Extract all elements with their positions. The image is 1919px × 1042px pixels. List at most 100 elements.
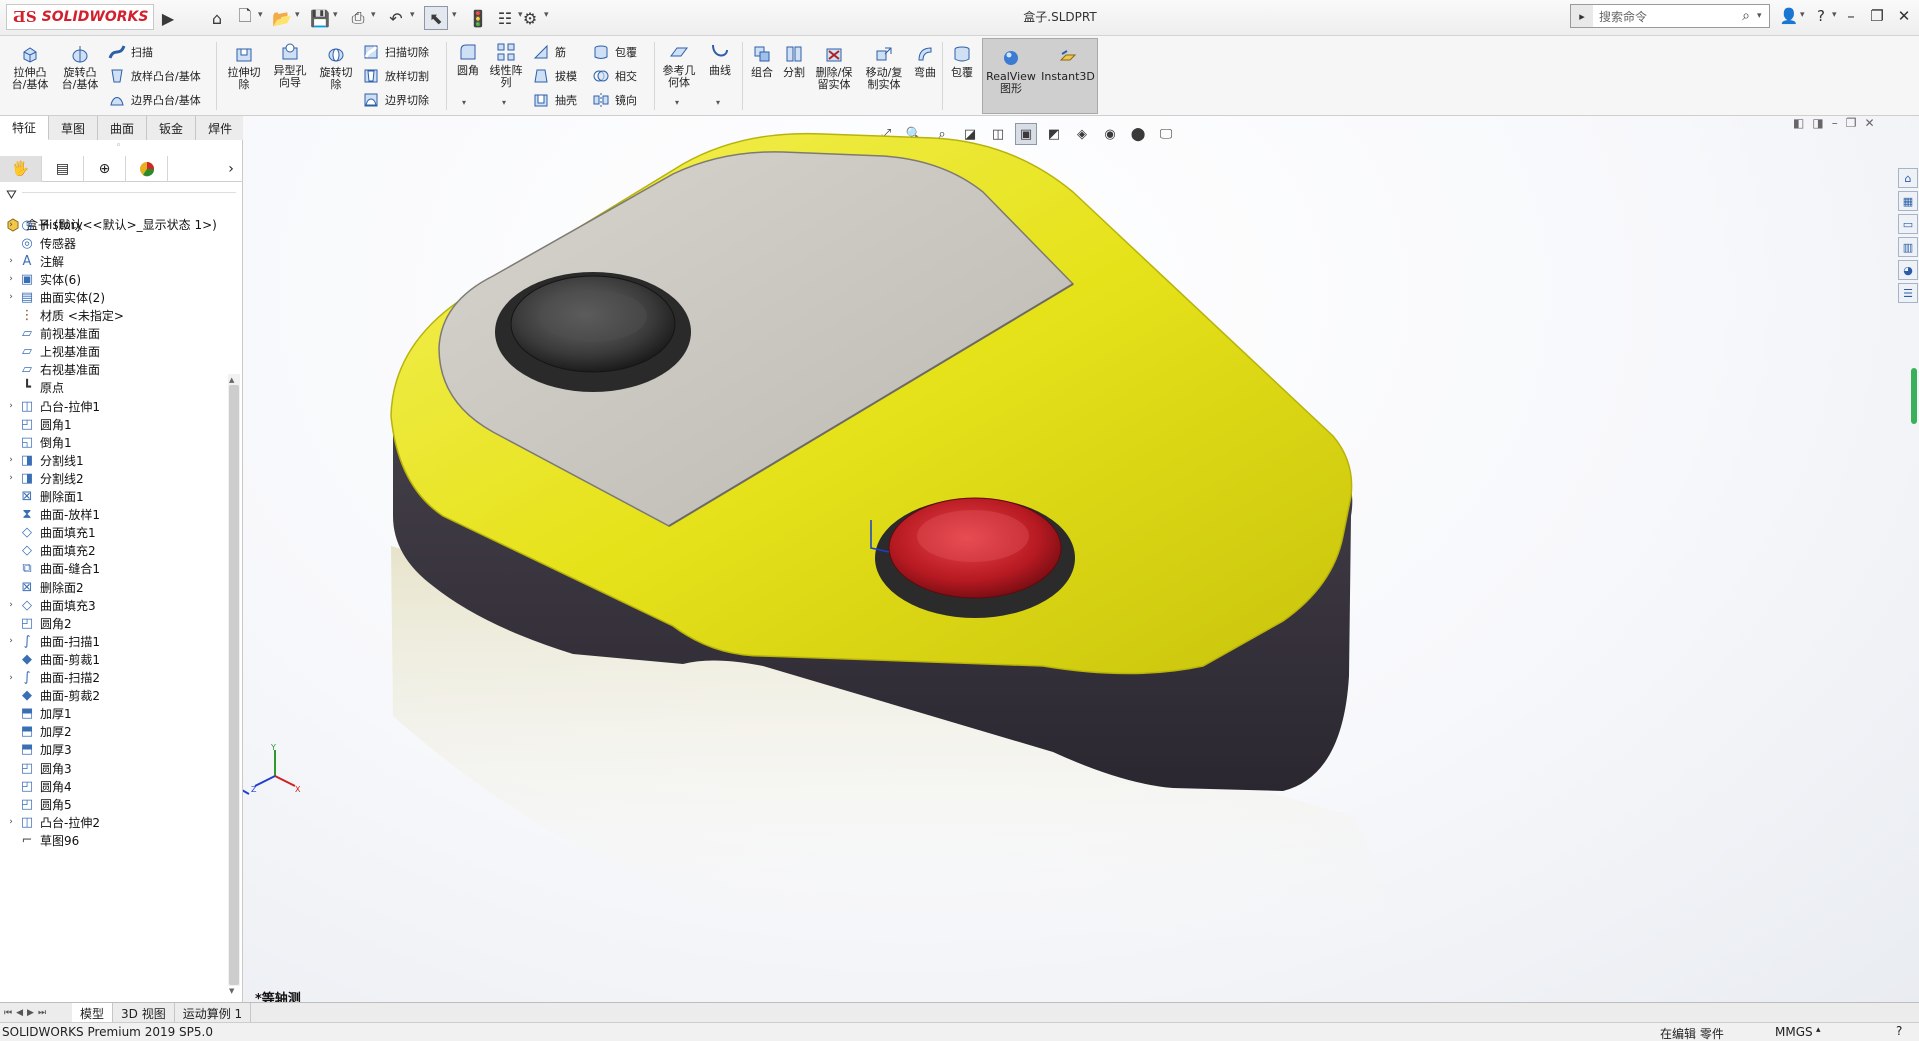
menu-expand-icon[interactable]: ▶ <box>156 6 180 30</box>
prev-tab-icon[interactable]: ◀ <box>16 1008 23 1018</box>
first-tab-icon[interactable]: ⏮ <box>4 1008 12 1018</box>
hole-wizard-button[interactable]: 异型孔向导 <box>268 42 312 89</box>
boundary-boss-button[interactable]: 边界凸台/基体 <box>108 90 201 110</box>
tab-2[interactable]: 曲面 <box>98 116 148 140</box>
wrap-button[interactable]: 包覆 <box>592 42 637 62</box>
expand-arrow-icon[interactable]: › <box>4 274 18 284</box>
tree-scrollbar-thumb[interactable] <box>229 385 239 985</box>
scroll-down-icon[interactable]: ▼ <box>229 987 234 995</box>
rebuild-icon[interactable]: 🚦 <box>466 6 490 30</box>
bottom-tab-0[interactable]: 模型 <box>72 1003 114 1023</box>
configuration-manager-tab-icon[interactable]: ⊕ <box>84 156 126 182</box>
lofted-cut-button[interactable]: 放样切割 <box>362 66 429 86</box>
curves-button[interactable]: 曲线 <box>702 42 738 77</box>
filter-icon[interactable]: ⛛ <box>6 188 17 203</box>
revolve-cut-button[interactable]: 旋转切除 <box>316 44 356 91</box>
bottom-tab-1[interactable]: 3D 视图 <box>113 1003 175 1023</box>
new-document-icon[interactable]: 🗋 <box>233 6 257 30</box>
intersect-button[interactable]: 相交 <box>592 66 637 86</box>
boundary-cut-button[interactable]: 边界切除 <box>362 90 429 110</box>
options-dropdown-icon[interactable]: ▾ <box>544 10 552 20</box>
delete-keep-body-button[interactable]: 删除/保留实体 <box>812 44 856 91</box>
undo-icon[interactable]: ↶ <box>384 6 408 30</box>
expand-arrow-icon[interactable]: › <box>4 401 18 411</box>
new-dropdown-icon[interactable]: ▾ <box>258 10 266 20</box>
property-manager-tab-icon[interactable]: ▤ <box>42 156 84 182</box>
panel-grip-icon[interactable]: ◦ <box>116 141 121 151</box>
restore-icon[interactable]: ❐ <box>1864 4 1890 28</box>
search-input[interactable]: 搜索命令 <box>1593 8 1735 25</box>
search-commands[interactable]: ▸ 搜索命令 ⌕ ▾ <box>1570 4 1770 28</box>
display-manager-tab-icon[interactable] <box>126 156 168 182</box>
wrap-feature-button[interactable]: 包覆 <box>946 44 978 79</box>
combine-button[interactable]: 组合 <box>746 44 778 79</box>
next-tab-icon[interactable]: ▶ <box>27 1008 34 1018</box>
print-dropdown-icon[interactable]: ▾ <box>371 10 379 20</box>
expand-arrow-icon[interactable]: › <box>4 600 18 610</box>
expand-arrow-icon[interactable]: › <box>4 636 18 646</box>
reference-geometry-button[interactable]: 参考几何体 <box>660 42 698 89</box>
flex-button[interactable]: 弯曲 <box>910 44 940 79</box>
expand-arrow-icon[interactable]: › <box>4 817 18 827</box>
sweep-button[interactable]: 扫描 <box>108 42 153 62</box>
file-properties-icon[interactable]: ☷ <box>493 6 517 30</box>
expand-arrow-icon[interactable]: › <box>4 473 18 483</box>
feature-manager-tab-icon[interactable]: 🖐 <box>0 156 42 182</box>
extrude-boss-button[interactable]: 拉伸凸台/基体 <box>8 44 52 91</box>
split-button[interactable]: 分割 <box>778 44 810 79</box>
save-dropdown-icon[interactable]: ▾ <box>333 10 341 20</box>
help-icon[interactable]: ? <box>1808 4 1834 28</box>
swept-cut-button[interactable]: 扫描切除 <box>362 42 429 62</box>
linear-pattern-button[interactable]: 线性阵列 <box>486 42 526 89</box>
save-icon[interactable]: 💾 <box>308 6 332 30</box>
options-gear-icon[interactable]: ⚙ <box>518 6 542 30</box>
ref-geometry-dropdown-icon[interactable]: ▾ <box>675 98 679 107</box>
expand-arrow-icon[interactable]: › <box>4 292 18 302</box>
tab-0[interactable]: 特征 <box>0 116 50 140</box>
tab-3[interactable]: 钣金 <box>147 116 197 140</box>
expand-arrow-icon[interactable]: › <box>4 673 18 683</box>
close-icon[interactable]: ✕ <box>1891 4 1917 28</box>
rib-button[interactable]: 筋 <box>532 42 566 62</box>
print-icon[interactable]: ⎙ <box>346 6 370 30</box>
minimize-icon[interactable]: – <box>1838 4 1864 28</box>
user-icon[interactable]: 👤 <box>1776 4 1802 28</box>
expand-arrow-icon[interactable]: › <box>4 220 18 230</box>
open-icon[interactable]: 📂 <box>270 6 294 30</box>
realview-button[interactable]: RealView图形 <box>984 48 1038 95</box>
home-icon[interactable]: ⌂ <box>205 6 229 30</box>
tree-item[interactable]: ⌐ 草图96 <box>4 829 80 851</box>
open-dropdown-icon[interactable]: ▾ <box>295 10 303 20</box>
curves-dropdown-icon[interactable]: ▾ <box>716 98 720 107</box>
undo-dropdown-icon[interactable]: ▾ <box>410 10 418 20</box>
panel-arrow-icon[interactable]: › <box>219 156 243 182</box>
loft-boss-button[interactable]: 放样凸台/基体 <box>108 66 201 86</box>
move-copy-body-button[interactable]: 移动/复制实体 <box>862 44 906 91</box>
search-dropdown-icon[interactable]: ▾ <box>1757 11 1769 21</box>
status-help-icon[interactable]: ? <box>1896 1024 1902 1038</box>
bottom-tab-2[interactable]: 运动算例 1 <box>175 1003 252 1023</box>
tab-4[interactable]: 焊件 <box>196 116 246 140</box>
search-icon[interactable]: ⌕ <box>1735 8 1757 24</box>
fillet-dropdown-icon[interactable]: ▾ <box>462 98 466 107</box>
last-tab-icon[interactable]: ⏭ <box>38 1008 46 1018</box>
status-units[interactable]: MMGS <box>1775 1025 1813 1039</box>
mirror-button[interactable]: 镜向 <box>592 90 637 110</box>
draft-button[interactable]: 拔模 <box>532 66 577 86</box>
fillet-button[interactable]: 圆角 <box>452 42 484 77</box>
part-model[interactable] <box>243 116 1919 1002</box>
instant3d-button[interactable]: Instant3D <box>1040 48 1096 83</box>
expand-arrow-icon[interactable]: › <box>4 256 18 266</box>
select-icon[interactable]: ⬉ <box>424 6 448 30</box>
solidworks-logo[interactable]: ƋS SOLIDWORKS <box>6 4 154 30</box>
pattern-dropdown-icon[interactable]: ▾ <box>502 98 506 107</box>
units-dropdown-icon[interactable]: ▴ <box>1816 1025 1821 1035</box>
expand-arrow-icon[interactable]: › <box>4 455 18 465</box>
user-dropdown-icon[interactable]: ▾ <box>1800 10 1808 20</box>
shell-button[interactable]: 抽壳 <box>532 90 577 110</box>
select-dropdown-icon[interactable]: ▾ <box>452 10 460 20</box>
revolve-boss-button[interactable]: 旋转凸台/基体 <box>58 44 102 91</box>
tab-1[interactable]: 草图 <box>49 116 99 140</box>
extrude-cut-button[interactable]: 拉伸切除 <box>224 44 264 91</box>
scroll-up-icon[interactable]: ▲ <box>229 376 234 384</box>
